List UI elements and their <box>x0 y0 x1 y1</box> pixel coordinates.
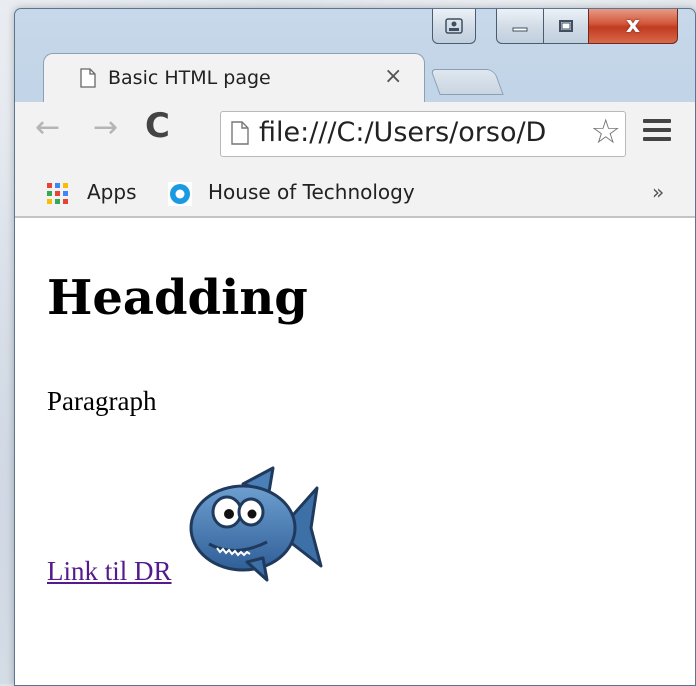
toolbar: ← → C file:///C:/Users/orso/D ☆ <box>15 102 695 172</box>
bookmarks-bar: Apps House of Technology » <box>15 172 695 217</box>
maximize-icon <box>559 19 573 32</box>
document-icon <box>80 68 96 88</box>
minimize-icon <box>512 27 528 31</box>
hamburger-icon-line <box>643 137 671 141</box>
link-til-dr[interactable]: Link til DR <box>47 556 172 587</box>
back-arrow-icon[interactable]: ← <box>35 110 60 145</box>
chrome-menu-button[interactable] <box>643 114 671 146</box>
window-close-button[interactable]: x <box>588 9 678 44</box>
shark-fish-image <box>189 466 323 582</box>
user-icon <box>445 17 463 34</box>
address-bar[interactable]: file:///C:/Users/orso/D ☆ <box>220 111 626 157</box>
page-paragraph: Paragraph <box>47 386 157 416</box>
reload-icon[interactable]: C <box>145 106 170 146</box>
bookmark-apps[interactable]: Apps <box>87 180 137 204</box>
new-tab-button[interactable] <box>430 69 504 95</box>
page-heading: Headding <box>47 270 308 326</box>
bookmark-star-icon[interactable]: ☆ <box>591 112 621 152</box>
hamburger-icon-line <box>643 119 671 123</box>
bookmark-house-of-technology[interactable]: House of Technology <box>208 180 415 204</box>
browser-window: x Basic HTML page × ← → C file:///C:/Use… <box>14 8 696 686</box>
user-profile-button[interactable] <box>432 9 476 44</box>
forward-arrow-icon[interactable]: → <box>93 110 118 145</box>
page-icon <box>231 121 249 145</box>
minimize-button[interactable] <box>496 9 544 44</box>
apps-grid-icon[interactable] <box>47 183 69 205</box>
close-icon: x <box>625 13 641 38</box>
url-text[interactable]: file:///C:/Users/orso/D <box>259 117 579 148</box>
tab-title: Basic HTML page <box>108 67 271 89</box>
tab-basic-html-page[interactable]: Basic HTML page × <box>43 53 425 103</box>
maximize-button[interactable] <box>543 9 589 44</box>
house-of-technology-icon <box>168 182 192 206</box>
page-content: Headding Paragraph Link til DR <box>15 217 695 685</box>
bookmarks-overflow-icon[interactable]: » <box>652 180 664 204</box>
hamburger-icon-line <box>643 128 671 132</box>
tab-close-icon[interactable]: × <box>384 64 402 89</box>
